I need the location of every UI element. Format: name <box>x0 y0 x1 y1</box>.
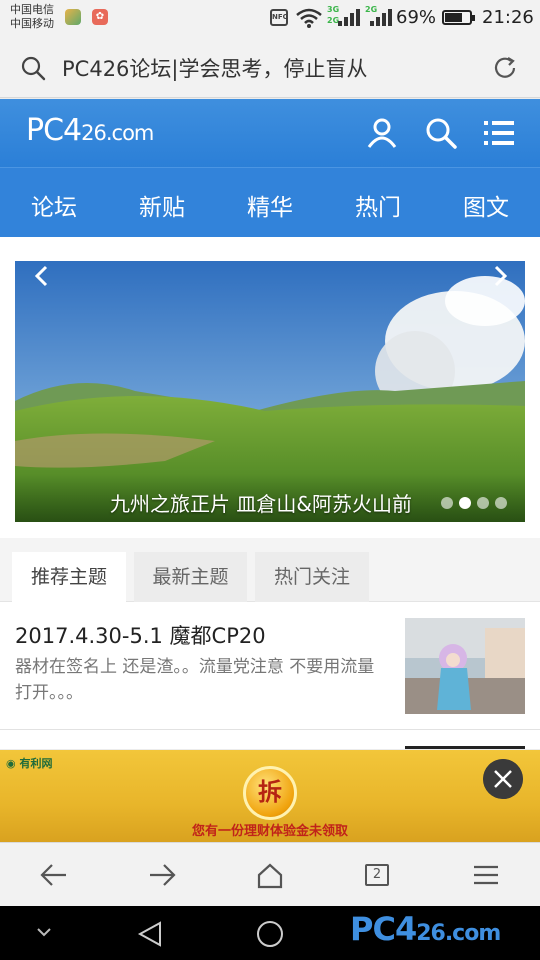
slide-indicator-dot[interactable] <box>495 497 507 509</box>
post-thumbnail[interactable] <box>405 618 525 714</box>
nav-item-forum[interactable]: 论坛 <box>4 188 104 222</box>
carrier-names: 中国电信 中国移动 <box>10 3 54 31</box>
ad-text[interactable]: 您有一份理财体验金未领取 <box>0 820 540 839</box>
status-bar: 中国电信 中国移动 ✿ NFC 3G 2G 2G 69% 21:26 <box>0 0 540 36</box>
list-item[interactable]: 2017.4.30-5.1 魔都CP20 器材在签名上 还是渣。。流量党注意 不… <box>0 602 540 730</box>
nfc-icon: NFC <box>270 9 288 26</box>
next-slide-icon[interactable] <box>485 261 515 291</box>
close-icon[interactable] <box>483 759 523 799</box>
ad-brand-logo: ◉ 有利网 <box>6 755 52 771</box>
page-title[interactable]: PC426论坛|学会思考，停止盲从 <box>62 53 367 83</box>
ad-coin-icon[interactable]: 拆 <box>243 766 297 820</box>
slide-indicator-dot[interactable] <box>441 497 453 509</box>
battery-fill <box>445 13 462 22</box>
system-nav-bar: PC426.com <box>0 906 540 960</box>
reload-icon[interactable] <box>492 55 518 81</box>
tab-trending[interactable]: 热门关注 <box>255 552 369 602</box>
wifi-icon <box>296 8 322 28</box>
browser-toolbar: 2 <box>0 842 540 906</box>
clock: 21:26 <box>482 7 534 28</box>
watermark-logo: PC426.com <box>350 910 501 948</box>
ad-brand-icon: ◉ <box>6 757 16 770</box>
banner-carousel[interactable]: 九州之旅正片 皿倉山&阿苏火山前 <box>15 261 525 522</box>
back-triangle-icon[interactable] <box>136 920 164 948</box>
slide-indicator-dot[interactable] <box>477 497 489 509</box>
main-nav: 论坛 新贴 精华 热门 图文 <box>0 167 540 237</box>
tabs-icon[interactable]: 2 <box>365 864 389 886</box>
topic-tabs: 推荐主题 最新主题 热门关注 <box>0 538 540 602</box>
chevron-down-icon[interactable] <box>34 920 54 944</box>
tab-latest[interactable]: 最新主题 <box>134 552 247 602</box>
ad-banner[interactable]: ◉ 有利网 拆 您有一份理财体验金未领取 <box>0 750 540 842</box>
ad-brand-name: 有利网 <box>19 757 53 770</box>
post-excerpt: 器材在签名上 还是渣。。流量党注意 不要用流量打开。。。 <box>15 657 375 703</box>
signal-icon <box>370 9 392 26</box>
nav-item-photos[interactable]: 图文 <box>436 188 536 222</box>
site-logo[interactable]: PC426.com <box>26 113 154 151</box>
menu-icon[interactable] <box>484 117 516 149</box>
notification-app-icon: ✿ <box>92 9 108 25</box>
slide-indicator-dot[interactable] <box>459 497 471 509</box>
battery-icon <box>442 10 475 25</box>
back-arrow-icon[interactable] <box>40 863 68 887</box>
nav-item-featured[interactable]: 精华 <box>220 188 320 222</box>
previous-slide-icon[interactable] <box>27 261 57 291</box>
search-icon[interactable] <box>20 55 46 81</box>
address-bar[interactable]: PC426论坛|学会思考，停止盲从 <box>0 36 540 98</box>
forward-arrow-icon[interactable] <box>148 863 176 887</box>
content-area: 九州之旅正片 皿倉山&阿苏火山前 推荐主题 最新主题 热门关注 2017.4.3… <box>0 237 540 749</box>
tab-recommended[interactable]: 推荐主题 <box>12 552 126 602</box>
home-icon[interactable] <box>256 863 284 889</box>
next-post-thumbnail-edge <box>405 746 525 749</box>
user-icon[interactable] <box>366 117 398 149</box>
battery-percent: 69% <box>396 7 437 28</box>
carrier-2: 中国移动 <box>10 17 54 30</box>
post-title[interactable]: 2017.4.30-5.1 魔都CP20 <box>15 620 266 650</box>
home-circle-icon[interactable] <box>256 920 284 948</box>
search-icon[interactable] <box>425 117 457 149</box>
site-header: PC426.com <box>0 99 540 167</box>
signal-icon <box>338 9 360 26</box>
nav-item-new-posts[interactable]: 新贴 <box>112 188 212 222</box>
nav-item-hot[interactable]: 热门 <box>328 188 428 222</box>
notification-app-icon <box>65 9 81 25</box>
banner-caption[interactable]: 九州之旅正片 皿倉山&阿苏火山前 <box>110 488 412 517</box>
carrier-1: 中国电信 <box>10 3 54 16</box>
menu-icon[interactable] <box>472 863 500 887</box>
